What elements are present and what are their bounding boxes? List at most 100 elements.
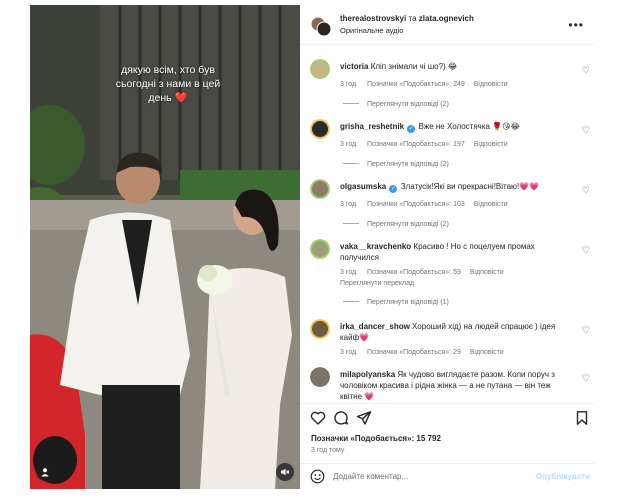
comment-username[interactable]: olgasumska xyxy=(340,182,386,191)
divider xyxy=(343,223,359,224)
divider xyxy=(343,301,359,302)
see-translation-button[interactable]: Переглянути переклад xyxy=(340,280,414,287)
verified-badge-icon: ✓ xyxy=(389,185,398,193)
avatar[interactable] xyxy=(310,239,330,259)
comment-button[interactable] xyxy=(333,410,349,426)
comment-body: vaka__kravchenko Красиво ! Но с поцелуем… xyxy=(340,241,558,263)
heart-icon: ♡ xyxy=(581,125,590,135)
view-replies-label: Переглянути відповіді (1) xyxy=(367,299,449,306)
avatar[interactable] xyxy=(310,119,330,139)
comment-body: olgasumska ✓ Златусік!Які ви прекрасні!В… xyxy=(340,181,558,193)
comment-like-button[interactable]: ♡ xyxy=(582,185,590,196)
reply-button[interactable]: Відповісти xyxy=(470,349,504,356)
comment-item: vaka__kravchenko Красиво ! Но с поцелуем… xyxy=(310,239,594,319)
comment-text: Кліп знімали чі шо?) 😂 xyxy=(370,62,458,71)
avatar[interactable] xyxy=(310,367,330,387)
caption-line: сьогодні з нами в цей xyxy=(115,78,221,90)
comment-username[interactable]: vaka__kravchenko xyxy=(340,242,411,251)
comment-time[interactable]: 3 год. xyxy=(340,81,358,88)
comment-likes[interactable]: Позначки «Подобається»: 249 xyxy=(367,81,465,88)
comment-like-button[interactable]: ♡ xyxy=(582,65,590,76)
post-timestamp[interactable]: 3 год тому xyxy=(311,447,344,454)
tagged-users-button[interactable] xyxy=(36,463,54,481)
save-button[interactable] xyxy=(574,410,590,426)
video-caption: дякую всім, хто був сьогодні з нами в це… xyxy=(98,63,238,105)
comment-time[interactable]: 3 год. xyxy=(340,141,358,148)
comment-body: grisha_reshetnik ✓ Вже не Холостячка 🌹😘😂 xyxy=(340,121,558,133)
post-actions: Позначки «Подобається»: 15 792 3 год том… xyxy=(300,403,594,461)
mute-button[interactable] xyxy=(276,463,294,481)
verified-badge-icon: ✓ xyxy=(407,125,416,133)
like-button[interactable] xyxy=(310,410,326,426)
comment-time[interactable]: 3 год. xyxy=(340,269,358,276)
heart-icon xyxy=(310,411,326,425)
comment-username[interactable]: milapolyanska xyxy=(340,370,395,379)
post-comment-button[interactable]: Опублікувати xyxy=(536,472,590,481)
heart-icon: ♡ xyxy=(581,373,590,383)
more-options-button[interactable]: ••• xyxy=(568,18,584,32)
avatar[interactable] xyxy=(310,59,330,79)
comment-meta: 3 год. Позначки «Подобається»: 103 Відпо… xyxy=(340,201,515,208)
collab-avatars[interactable] xyxy=(310,15,332,37)
comment-like-button[interactable]: ♡ xyxy=(582,325,590,336)
reply-button[interactable]: Відповісти xyxy=(470,269,504,276)
more-horizontal-icon: ••• xyxy=(568,18,584,32)
post-header: therealostrovskyi та zlata.ognevich Ориг… xyxy=(300,5,594,45)
emoji-picker-button[interactable] xyxy=(310,469,325,484)
comment-body: irka_dancer_show Хороший хід) на людей с… xyxy=(340,321,558,343)
reply-button[interactable]: Відповісти xyxy=(474,81,508,88)
heart-icon: ♡ xyxy=(581,325,590,335)
view-replies-button[interactable]: Переглянути відповіді (2) xyxy=(343,221,449,228)
author-conjunction: та xyxy=(408,14,417,23)
add-comment-bar: Опублікувати xyxy=(300,463,594,489)
post-media[interactable]: дякую всім, хто був сьогодні з нами в це… xyxy=(30,5,300,489)
comment-meta: 3 год. Позначки «Подобається»: 249 Відпо… xyxy=(340,81,515,88)
post-authors: therealostrovskyi та zlata.ognevich xyxy=(340,14,474,23)
comment-item: victoria Кліп знімали чі шо?) 😂 3 год. П… xyxy=(310,59,594,119)
comment-username[interactable]: irka_dancer_show xyxy=(340,322,410,331)
post-likes-count[interactable]: Позначки «Подобається»: 15 792 xyxy=(311,434,441,443)
comment-meta: 3 год. Позначки «Подобається»: 197 Відпо… xyxy=(340,141,515,148)
comment-item: milapolyanska Як чудово виглядаєте разом… xyxy=(310,367,594,402)
comment-item: grisha_reshetnik ✓ Вже не Холостячка 🌹😘😂… xyxy=(310,119,594,179)
comment-like-button[interactable]: ♡ xyxy=(582,245,590,256)
share-button[interactable] xyxy=(356,410,372,426)
view-replies-button[interactable]: Переглянути відповіді (2) xyxy=(343,161,449,168)
comment-item: irka_dancer_show Хороший хід) на людей с… xyxy=(310,319,594,367)
comment-likes[interactable]: Позначки «Подобається»: 29 xyxy=(367,349,461,356)
caption-line: дякую всім, хто був xyxy=(121,64,215,76)
comment-likes[interactable]: Позначки «Подобається»: 59 xyxy=(367,269,461,276)
comment-item: olgasumska ✓ Златусік!Які ви прекрасні!В… xyxy=(310,179,594,239)
comment-time[interactable]: 3 год. xyxy=(340,201,358,208)
avatar[interactable] xyxy=(310,179,330,199)
avatar[interactable] xyxy=(310,319,330,339)
comment-likes[interactable]: Позначки «Подобається»: 103 xyxy=(367,201,465,208)
author-link[interactable]: zlata.ognevich xyxy=(419,14,474,23)
comment-body: milapolyanska Як чудово виглядаєте разом… xyxy=(340,369,558,402)
comment-like-button[interactable]: ♡ xyxy=(582,373,590,384)
comment-username[interactable]: victoria xyxy=(340,62,368,71)
author-link[interactable]: therealostrovskyi xyxy=(340,14,406,23)
comment-likes[interactable]: Позначки «Подобається»: 197 xyxy=(367,141,465,148)
divider xyxy=(343,163,359,164)
view-replies-label: Переглянути відповіді (2) xyxy=(367,161,449,168)
comment-text: Златусік!Які ви прекрасні!Вітаю!💗💗 xyxy=(400,182,540,191)
comment-username[interactable]: grisha_reshetnik xyxy=(340,122,404,131)
comment-like-button[interactable]: ♡ xyxy=(582,125,590,136)
comment-meta: 3 год. Позначки «Подобається»: 59 Відпов… xyxy=(340,269,511,276)
user-icon xyxy=(41,468,49,477)
view-replies-button[interactable]: Переглянути відповіді (2) xyxy=(343,101,449,108)
comment-input[interactable] xyxy=(333,468,523,484)
reply-button[interactable]: Відповісти xyxy=(474,201,508,208)
speaker-muted-icon xyxy=(281,468,290,476)
heart-icon: ♡ xyxy=(581,245,590,255)
comments-list: victoria Кліп знімали чі шо?) 😂 3 год. П… xyxy=(300,47,594,402)
comment-text: Вже не Холостячка 🌹😘😂 xyxy=(418,122,520,131)
view-replies-label: Переглянути відповіді (2) xyxy=(367,221,449,228)
comment-meta: 3 год. Позначки «Подобається»: 29 Відпов… xyxy=(340,349,511,356)
view-replies-button[interactable]: Переглянути відповіді (1) xyxy=(343,299,449,306)
comment-time[interactable]: 3 год. xyxy=(340,349,358,356)
avatar xyxy=(310,16,332,37)
audio-link[interactable]: Оригінальне аудіо xyxy=(340,26,403,35)
reply-button[interactable]: Відповісти xyxy=(474,141,508,148)
